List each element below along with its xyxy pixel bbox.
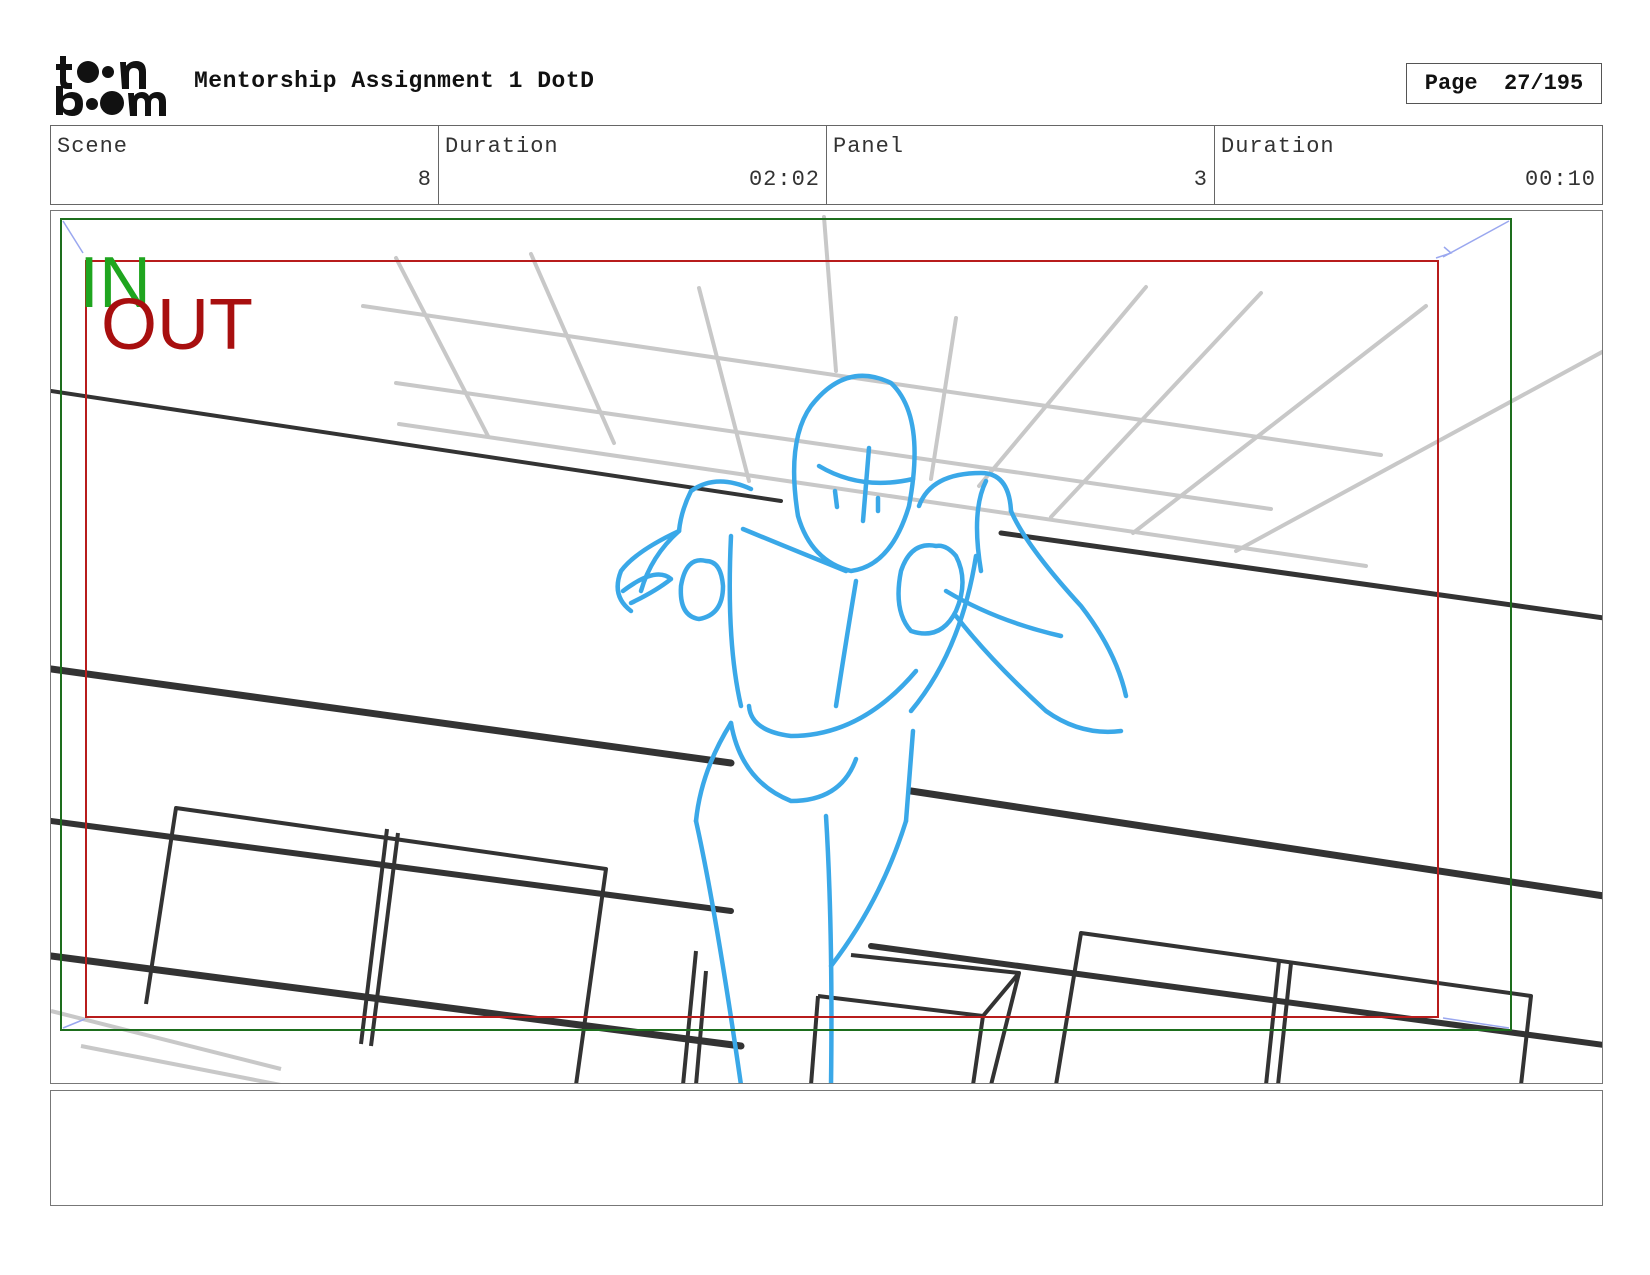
panel-duration-label: Duration: [1221, 134, 1335, 159]
scene-duration-label: Duration: [445, 134, 559, 159]
scene-label: Scene: [57, 134, 129, 159]
scene-duration-value: 02:02: [748, 167, 820, 192]
panel-cell: Panel 3: [827, 126, 1215, 204]
in-frame-border: [60, 218, 1512, 1031]
out-frame-border: [85, 260, 1439, 1018]
toon-boom-logo: [56, 56, 166, 116]
scene-value: 8: [417, 167, 432, 192]
page-number: 27/195: [1504, 71, 1584, 96]
panel-value: 3: [1193, 167, 1208, 192]
out-frame-label: OUT: [101, 285, 253, 365]
panel-notes-box[interactable]: [50, 1090, 1603, 1206]
scene-info-row: Scene 8 Duration 02:02 Panel 3 Duration …: [50, 125, 1603, 205]
ceiling-grid: [361, 215, 1602, 568]
panel-duration-value: 00:10: [1524, 167, 1596, 192]
storyboard-panel[interactable]: IN OUT: [50, 210, 1603, 1084]
panel-label: Panel: [833, 134, 905, 159]
scene-cell: Scene 8: [51, 126, 439, 204]
page-indicator: Page 27/195: [1406, 63, 1602, 104]
floor-lines: [51, 389, 1602, 1050]
panel-duration-cell: Duration 00:10: [1215, 126, 1602, 204]
frame-corner-arrows: [62, 220, 1510, 1029]
page-label: Page: [1424, 71, 1478, 96]
panel-drawing: [51, 215, 1602, 1083]
document-title: Mentorship Assignment 1 DotD: [194, 68, 595, 94]
scene-duration-cell: Duration 02:02: [439, 126, 827, 204]
